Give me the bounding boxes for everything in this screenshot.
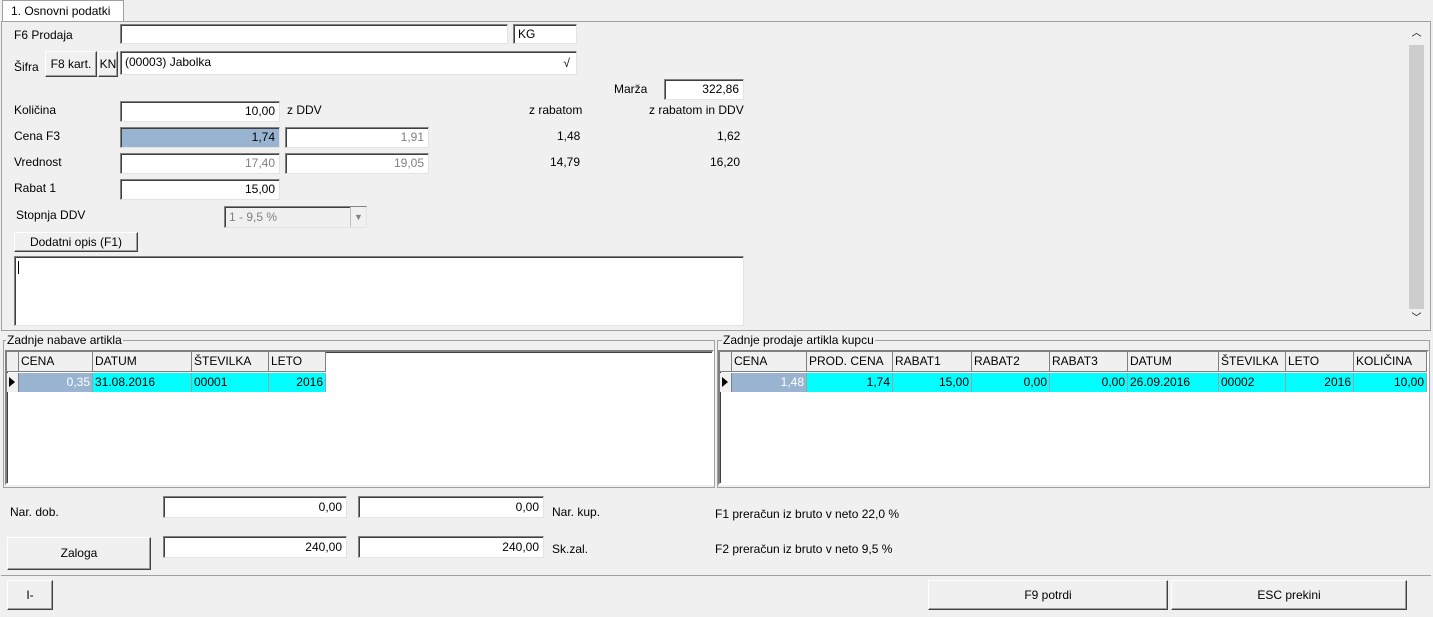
- stopnja-ddv-select[interactable]: 1 - 9,5 % ▼: [224, 206, 367, 228]
- form-scrollbar[interactable]: ︿ ﹀: [1408, 25, 1425, 327]
- article-select[interactable]: (00003) Jabolka √: [120, 51, 577, 75]
- nabave-cell-cena: 0,35: [19, 373, 93, 392]
- z-rabatom-label: z rabatom: [529, 103, 583, 117]
- scrollbar-thumb[interactable]: [1409, 45, 1424, 309]
- nabave-header-indicator: [7, 352, 19, 372]
- table-row[interactable]: 1,48 1,74 15,00 0,00 0,00 26.09.2016 000…: [720, 373, 1427, 393]
- skzal-label: Sk.zal.: [552, 542, 589, 556]
- kolicina-label: Količina: [14, 103, 57, 117]
- chevron-up-icon[interactable]: ︿: [1408, 25, 1425, 42]
- marza-label: Marža: [614, 82, 648, 96]
- cena-input[interactable]: 1,74: [120, 127, 280, 148]
- nabave-col-datum[interactable]: DATUM: [93, 352, 192, 372]
- kn-button[interactable]: KN: [98, 51, 118, 77]
- vrednost-label: Vrednost: [14, 155, 62, 169]
- prodaje-col-rabat2[interactable]: RABAT2: [972, 352, 1050, 372]
- prodaje-cell-rabat1: 15,00: [893, 373, 972, 392]
- vrednost-rabat-ddv-value: 16,20: [710, 155, 741, 169]
- prodaje-col-rabat1[interactable]: RABAT1: [893, 352, 972, 372]
- prodaje-col-stevilka[interactable]: ŠTEVILKA: [1219, 352, 1286, 372]
- prodaje-col-cena[interactable]: CENA: [732, 352, 807, 372]
- prodaje-cell-prod-cena: 1,74: [807, 373, 893, 392]
- sifra-label: Šifra: [14, 60, 39, 74]
- stopnja-label: Stopnja DDV: [16, 208, 86, 222]
- prodaje-col-rabat3[interactable]: RABAT3: [1050, 352, 1128, 372]
- nar-kup-field: 0,00: [358, 496, 544, 518]
- table-row[interactable]: 0,35 31.08.2016 00001 2016: [7, 373, 327, 393]
- f6-prodaja-input[interactable]: [120, 24, 508, 44]
- prodaje-cell-rabat2: 0,00: [972, 373, 1050, 392]
- chevron-down-icon[interactable]: ﹀: [1408, 310, 1425, 327]
- cena-rabat-value: 1,48: [557, 129, 581, 143]
- prodaje-col-datum[interactable]: DATUM: [1128, 352, 1219, 372]
- esc-prekini-button[interactable]: ESC prekini: [1171, 580, 1407, 610]
- nabave-cell-leto: 2016: [269, 373, 326, 392]
- row-indicator-cell: [7, 373, 19, 392]
- z-ddv-label: z DDV: [287, 103, 322, 117]
- prodaje-cell-leto: 2016: [1286, 373, 1354, 392]
- f8-kartica-button[interactable]: F8 kart.: [45, 51, 97, 77]
- tab-osnovni-podatki[interactable]: 1. Osnovni podatki: [2, 0, 124, 21]
- vrednost-ddv-field: 19,05: [285, 153, 429, 174]
- dodatni-opis-textarea[interactable]: [14, 256, 744, 326]
- prodaje-cell-kolicina: 10,00: [1354, 373, 1427, 392]
- cena-label: Cena F3: [14, 129, 61, 143]
- marza-field: 322,86: [664, 79, 744, 100]
- nabave-grid[interactable]: CENA DATUM ŠTEVILKA LETO 0,35 31.08.2016…: [5, 350, 714, 485]
- zaloga-field: 240,00: [163, 536, 347, 558]
- f1-info-text: F1 preračun iz bruto v neto 22,0 %: [715, 507, 900, 521]
- tab-label: 1. Osnovni podatki: [11, 4, 111, 18]
- nabave-col-leto[interactable]: LETO: [269, 352, 326, 372]
- f6-label: F6 Prodaja: [14, 28, 73, 42]
- row-indicator-cell: [720, 373, 732, 392]
- article-check-icon: √: [563, 56, 570, 70]
- z-rabatom-ddv-label: z rabatom in DDV: [649, 103, 744, 117]
- prodaje-col-kolicina[interactable]: KOLIČINA: [1354, 352, 1427, 372]
- prodaje-grid[interactable]: CENA PROD. CENA RABAT1 RABAT2 RABAT3 DAT…: [718, 350, 1429, 485]
- vrednost-field: 17,40: [120, 153, 280, 174]
- prodaje-cell-datum: 26.09.2016: [1128, 373, 1219, 392]
- unit-field: KG: [513, 24, 577, 44]
- prodaje-cell-cena: 1,48: [732, 373, 807, 392]
- cena-rabat-ddv-value: 1,62: [717, 129, 741, 143]
- skzal-field: 240,00: [358, 536, 544, 558]
- nar-dob-label: Nar. dob.: [10, 505, 59, 519]
- rabat-input[interactable]: 15,00: [120, 179, 280, 200]
- nar-kup-label: Nar. kup.: [552, 505, 601, 519]
- nabave-cell-stevilka: 00001: [192, 373, 269, 392]
- dodatni-opis-button[interactable]: Dodatni opis (F1): [14, 232, 138, 252]
- nar-dob-field: 0,00: [163, 496, 347, 518]
- f9-potrdi-button[interactable]: F9 potrdi: [928, 580, 1168, 610]
- cena-ddv-field: 1,91: [285, 127, 429, 148]
- text-cursor: [18, 261, 19, 274]
- nabave-col-cena[interactable]: CENA: [19, 352, 93, 372]
- prodaje-col-prod-cena[interactable]: PROD. CENA: [807, 352, 893, 372]
- nabave-col-stevilka[interactable]: ŠTEVILKA: [192, 352, 269, 372]
- prodaje-cell-stevilka: 00002: [1219, 373, 1286, 392]
- prodaje-title: Zadnje prodaje artikla kupcu: [722, 333, 875, 347]
- stopnja-value: 1 - 9,5 %: [229, 210, 278, 224]
- dropdown-chevron-icon[interactable]: ▼: [350, 207, 366, 227]
- prodaje-header-indicator: [720, 352, 732, 372]
- f2-info-text: F2 preračun iz bruto v neto 9,5 %: [715, 542, 893, 556]
- i-minus-button[interactable]: I-: [7, 580, 53, 610]
- triangle-right-icon: [722, 377, 728, 387]
- triangle-right-icon: [9, 377, 15, 387]
- vrednost-rabat-value: 14,79: [550, 155, 581, 169]
- kolicina-input[interactable]: 10,00: [120, 101, 280, 122]
- zaloga-button[interactable]: Zaloga: [7, 537, 151, 570]
- prodaje-col-leto[interactable]: LETO: [1286, 352, 1354, 372]
- prodaje-cell-rabat3: 0,00: [1050, 373, 1128, 392]
- article-value: (00003) Jabolka: [125, 55, 212, 69]
- rabat-label: Rabat 1: [14, 181, 57, 195]
- nabave-cell-datum: 31.08.2016: [93, 373, 192, 392]
- nabave-title: Zadnje nabave artikla: [6, 333, 123, 347]
